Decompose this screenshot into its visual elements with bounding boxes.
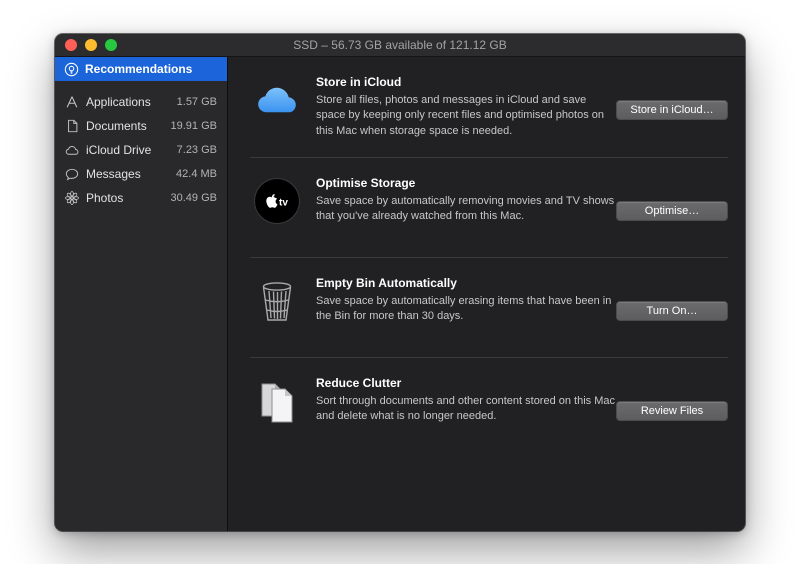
sidebar-item-label: iCloud Drive: [86, 143, 151, 157]
optimise-button[interactable]: Optimise…: [616, 201, 728, 221]
recommendation-title: Store in iCloud: [316, 75, 616, 89]
icloud-icon: [254, 77, 300, 123]
recommendation-title: Empty Bin Automatically: [316, 276, 616, 290]
sidebar-item-recommendations[interactable]: Recommendations: [55, 57, 227, 81]
sidebar-item-photos[interactable]: Photos 30.49 GB: [55, 186, 227, 210]
sidebar-item-icloud-drive[interactable]: iCloud Drive 7.23 GB: [55, 138, 227, 162]
recommendation-store-in-icloud: Store in iCloud Store all files, photos …: [250, 57, 728, 157]
review-files-button[interactable]: Review Files: [616, 401, 728, 421]
document-icon: [64, 118, 80, 134]
sidebar-item-label: Documents: [86, 119, 147, 133]
sidebar-item-label: Recommendations: [85, 62, 192, 76]
sidebar-list: Applications 1.57 GB Documents 19.91 GB: [55, 81, 227, 210]
traffic-lights: [55, 39, 117, 51]
svg-text:tv: tv: [279, 198, 288, 209]
photos-pinwheel-icon: [64, 190, 80, 206]
lightbulb-icon: [63, 61, 79, 77]
sidebar-item-size: 30.49 GB: [171, 192, 217, 204]
sidebar-item-label: Applications: [86, 95, 151, 109]
recommendation-description: Save space by automatically erasing item…: [316, 294, 616, 325]
recommendation-reduce-clutter: Reduce Clutter Sort through documents an…: [250, 357, 728, 457]
recommendations-panel: Store in iCloud Store all files, photos …: [228, 57, 745, 531]
apple-tv-icon: tv: [254, 178, 300, 224]
documents-stack-icon: [254, 378, 300, 424]
recommendation-description: Store all files, photos and messages in …: [316, 93, 616, 139]
sidebar-item-label: Messages: [86, 167, 141, 181]
recommendation-title: Reduce Clutter: [316, 376, 616, 390]
cloud-icon: [64, 142, 80, 158]
fullscreen-button[interactable]: [105, 39, 117, 51]
trash-bin-icon: [254, 278, 300, 324]
recommendation-title: Optimise Storage: [316, 176, 616, 190]
recommendation-empty-bin: Empty Bin Automatically Save space by au…: [250, 257, 728, 357]
recommendation-description: Sort through documents and other content…: [316, 394, 616, 425]
titlebar: SSD – 56.73 GB available of 121.12 GB: [55, 34, 745, 57]
sidebar-item-size: 19.91 GB: [171, 120, 217, 132]
sidebar-item-size: 7.23 GB: [177, 144, 217, 156]
recommendation-optimise-storage: tv Optimise Storage Save space by automa…: [250, 157, 728, 257]
recommendation-description: Save space by automatically removing mov…: [316, 194, 616, 225]
speech-bubble-icon: [64, 166, 80, 182]
applications-icon: [64, 94, 80, 110]
sidebar: Recommendations Applications 1.57 GB: [55, 57, 228, 531]
sidebar-item-label: Photos: [86, 191, 123, 205]
minimize-button[interactable]: [85, 39, 97, 51]
storage-management-window: SSD – 56.73 GB available of 121.12 GB Re…: [55, 34, 745, 531]
sidebar-item-applications[interactable]: Applications 1.57 GB: [55, 90, 227, 114]
sidebar-item-messages[interactable]: Messages 42.4 MB: [55, 162, 227, 186]
sidebar-item-documents[interactable]: Documents 19.91 GB: [55, 114, 227, 138]
close-button[interactable]: [65, 39, 77, 51]
window-title: SSD – 56.73 GB available of 121.12 GB: [55, 38, 745, 52]
sidebar-item-size: 42.4 MB: [176, 168, 217, 180]
store-in-icloud-button[interactable]: Store in iCloud…: [616, 100, 728, 120]
sidebar-item-size: 1.57 GB: [177, 96, 217, 108]
turn-on-button[interactable]: Turn On…: [616, 301, 728, 321]
